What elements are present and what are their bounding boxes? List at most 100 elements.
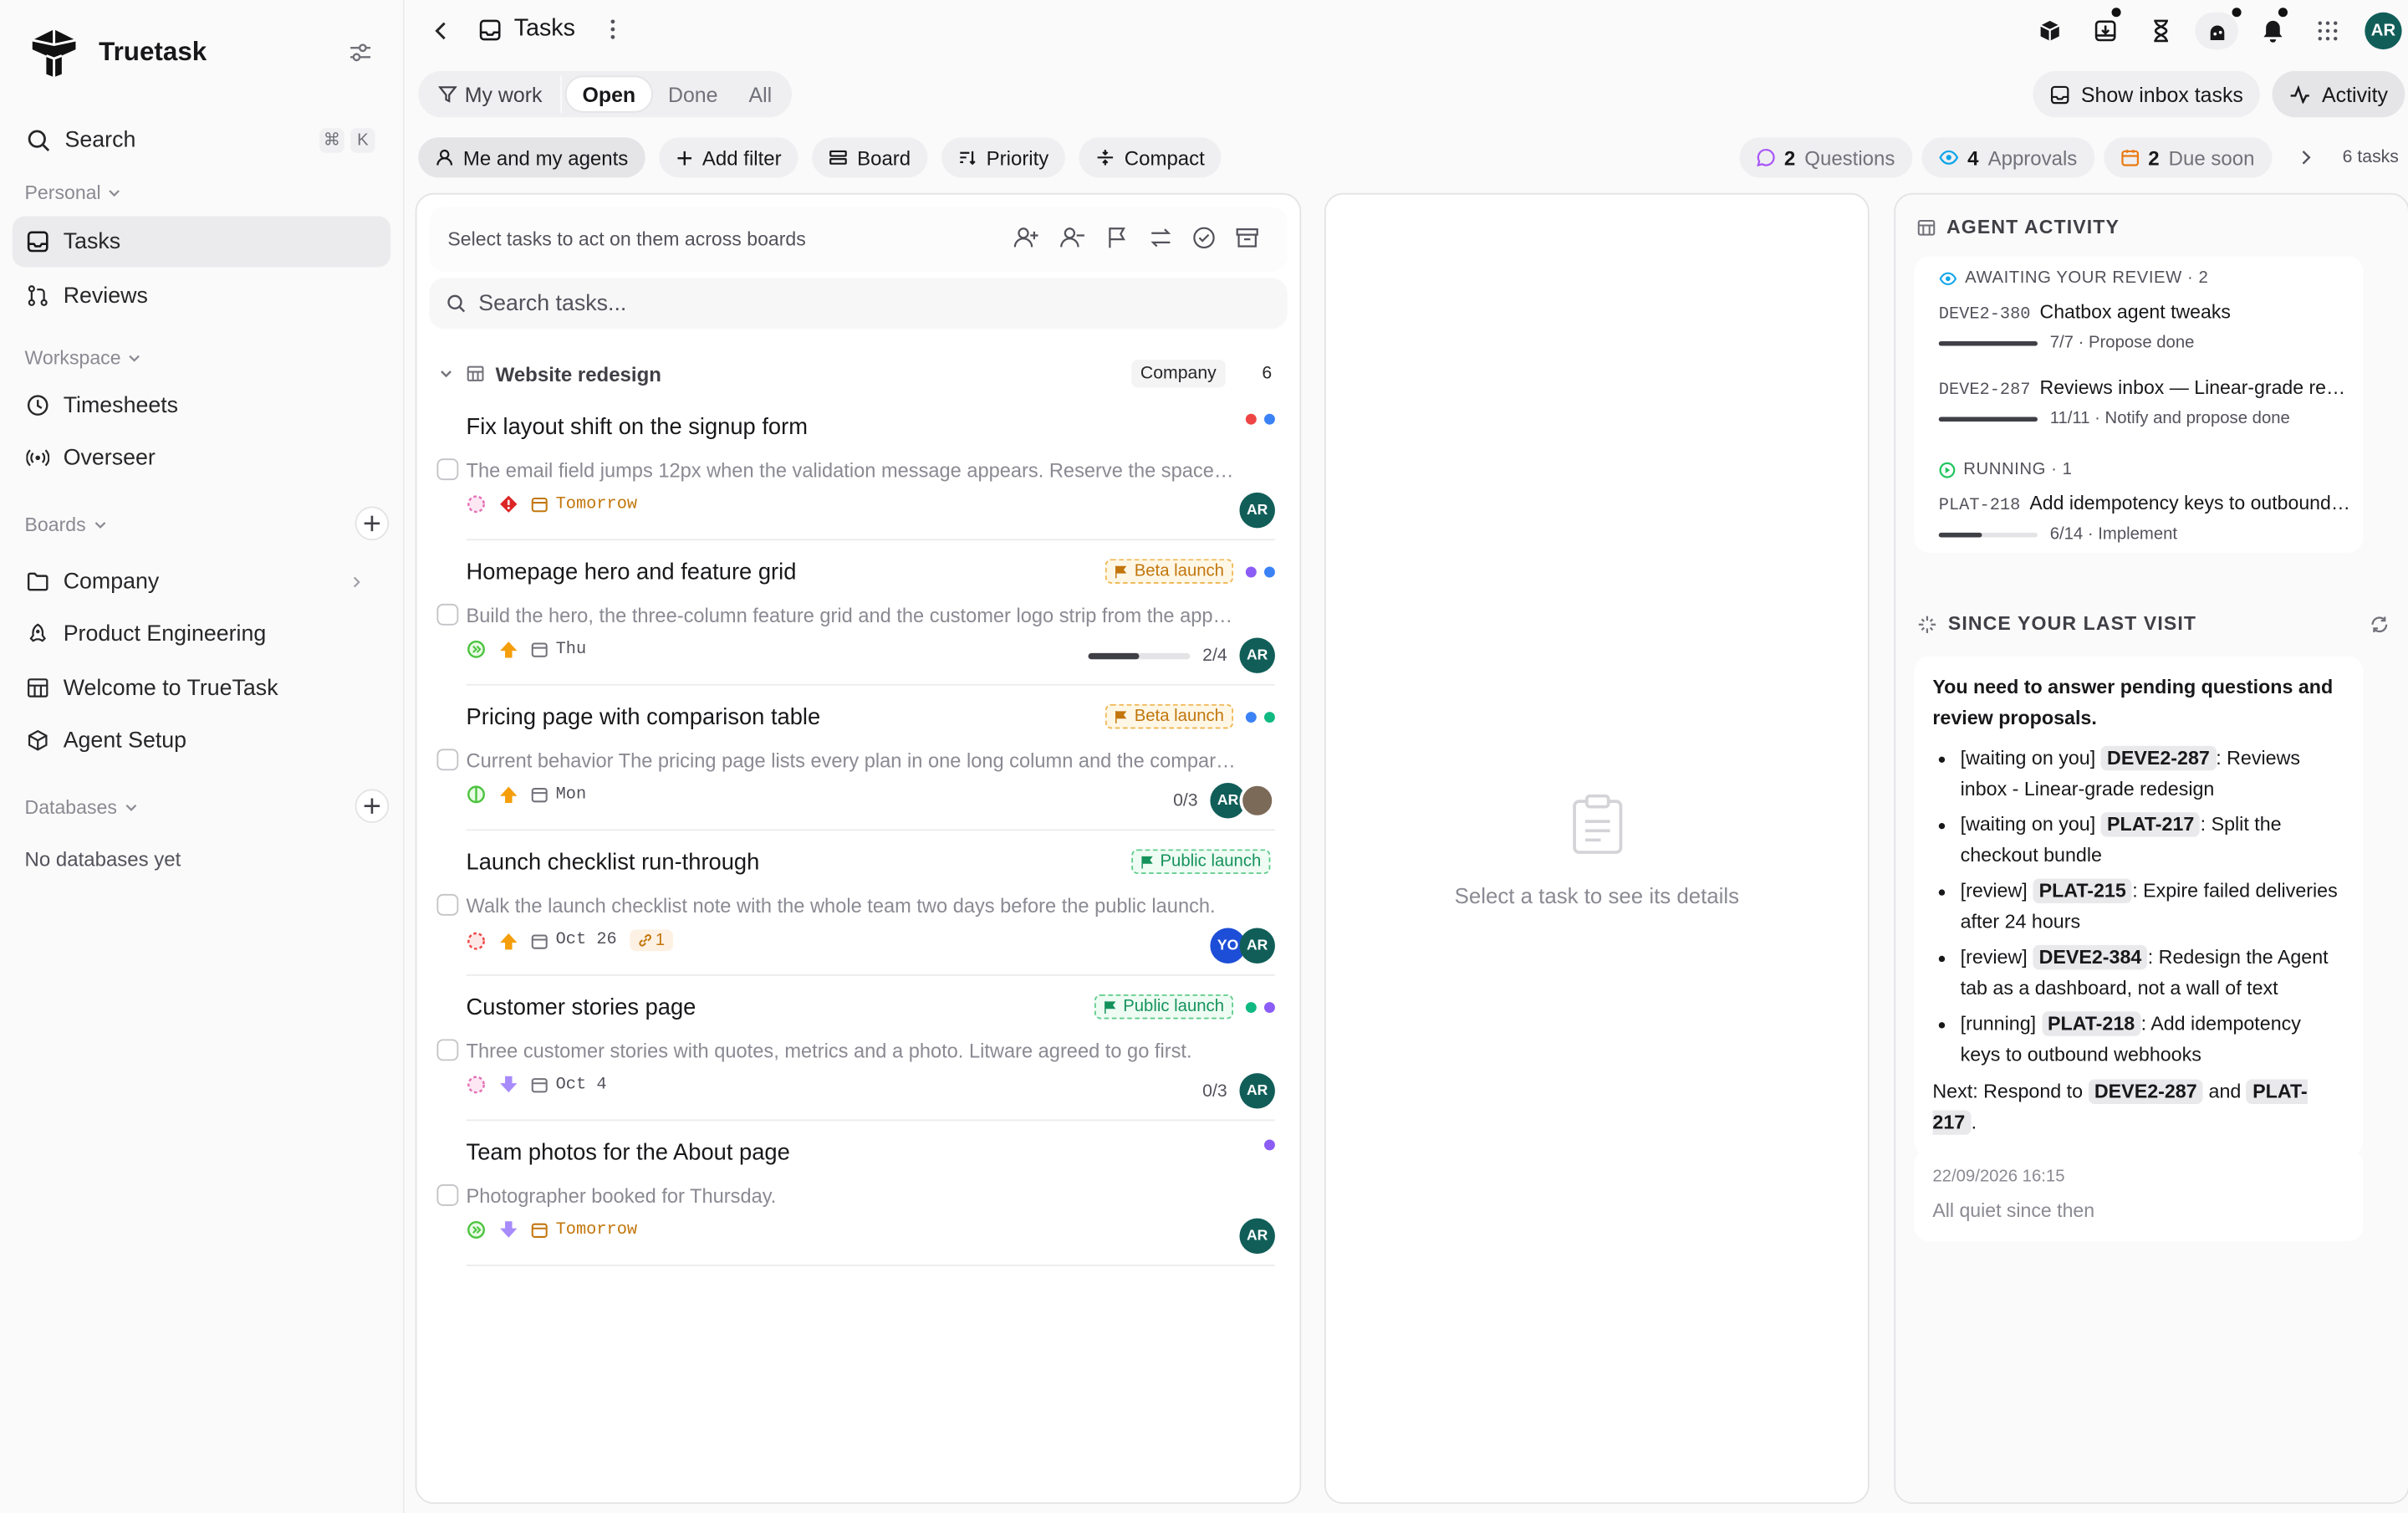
task-search[interactable]: Search tasks...: [429, 278, 1288, 330]
task-due-date[interactable]: Tomorrow: [531, 495, 637, 514]
tab-done[interactable]: Done: [652, 75, 733, 112]
add-database-button[interactable]: [355, 789, 390, 823]
sidebar-settings-icon[interactable]: [349, 42, 372, 64]
task-row[interactable]: Launch checklist run-through Public laun…: [416, 831, 1299, 976]
sidebar-item-product-engineering[interactable]: Product Engineering: [13, 608, 390, 659]
status-backlog-icon[interactable]: [467, 494, 487, 514]
summary-task-code[interactable]: DEVE2-287: [2100, 745, 2217, 771]
summary-task-code[interactable]: PLAT-215: [2033, 878, 2133, 903]
brand[interactable]: Truetask: [28, 26, 207, 79]
tab-all[interactable]: All: [733, 75, 788, 112]
activity-item[interactable]: DEVE2-287 Reviews inbox — Linear-grade re…: [1938, 376, 2355, 427]
task-row[interactable]: Customer stories page Public launch Thre…: [416, 976, 1299, 1122]
status-in-progress-icon[interactable]: [467, 639, 487, 659]
assignee-avatar[interactable]: AR: [1239, 928, 1275, 964]
task-due-date[interactable]: Oct 4: [531, 1076, 607, 1094]
linked-items-badge[interactable]: 1: [629, 929, 673, 952]
board-group-button[interactable]: Board: [812, 137, 928, 178]
priority-urgent-icon[interactable]: [498, 494, 518, 514]
section-boards[interactable]: Boards: [25, 514, 108, 536]
assignee-avatar[interactable]: AR: [1239, 492, 1275, 529]
priority-low-icon[interactable]: [498, 1219, 518, 1240]
user-avatar[interactable]: AR: [2365, 12, 2402, 50]
status-half-icon[interactable]: [467, 785, 487, 805]
section-personal[interactable]: Personal: [25, 182, 123, 204]
task-due-date[interactable]: Mon: [531, 785, 586, 804]
milestone-tag[interactable]: Beta launch: [1105, 559, 1234, 584]
task-due-date[interactable]: Thu: [531, 640, 586, 658]
approvals-stat[interactable]: 4 Approvals: [1921, 137, 2094, 178]
due-soon-stat[interactable]: 2 Due soon: [2103, 137, 2272, 178]
inbox-button[interactable]: [2078, 8, 2133, 49]
apps-grid-button[interactable]: [2300, 13, 2355, 49]
tab-my-work[interactable]: My work: [423, 75, 558, 112]
sidebar-item-timesheets[interactable]: Timesheets: [13, 380, 390, 431]
milestone-tag[interactable]: Beta launch: [1105, 703, 1234, 729]
assignee-avatar[interactable]: AR: [1239, 637, 1275, 673]
packages-button[interactable]: [2022, 13, 2077, 49]
move-arrows-icon[interactable]: [1149, 226, 1174, 251]
compact-toggle-button[interactable]: Compact: [1079, 137, 1222, 178]
activity-item[interactable]: DEVE2-380 Chatbox agent tweaks 7/7 · Prop…: [1938, 301, 2355, 352]
assignee-avatar[interactable]: AR: [1239, 1073, 1275, 1109]
sidebar-item-reviews[interactable]: Reviews: [13, 270, 390, 321]
activity-button[interactable]: Activity: [2272, 70, 2405, 118]
task-row[interactable]: Pricing page with comparison table Beta …: [416, 686, 1299, 831]
summary-task-code[interactable]: DEVE2-287: [2088, 1079, 2204, 1104]
sidebar-item-welcome[interactable]: Welcome to TrueTask: [13, 662, 390, 713]
me-and-agents-filter[interactable]: Me and my agents: [418, 137, 645, 178]
sidebar-item-tasks[interactable]: Tasks: [12, 216, 391, 268]
task-checkbox[interactable]: [436, 893, 459, 916]
task-checkbox[interactable]: [436, 749, 459, 771]
priority-low-icon[interactable]: [498, 1075, 518, 1095]
section-workspace[interactable]: Workspace: [25, 347, 143, 369]
task-checkbox[interactable]: [436, 1184, 459, 1206]
task-checkbox[interactable]: [436, 603, 459, 626]
tab-open[interactable]: Open: [565, 75, 653, 113]
agents-button[interactable]: [2195, 8, 2242, 50]
task-row[interactable]: Fix layout shift on the signup form The …: [416, 396, 1299, 541]
status-backlog-icon[interactable]: [467, 1075, 487, 1095]
priority-high-icon[interactable]: [498, 785, 518, 805]
flag-icon[interactable]: [1105, 226, 1130, 251]
milestone-tag[interactable]: Public launch: [1130, 849, 1271, 874]
priority-sort-button[interactable]: Priority: [941, 137, 1066, 178]
sidebar-item-agent-setup[interactable]: Agent Setup: [13, 715, 390, 766]
task-checkbox[interactable]: [436, 1039, 459, 1061]
assignee-avatar[interactable]: AR: [1239, 1218, 1275, 1255]
sidebar-item-company[interactable]: Company: [13, 556, 390, 607]
show-inbox-tasks-button[interactable]: Show inbox tasks: [2033, 70, 2261, 118]
more-vertical-icon[interactable]: [610, 18, 615, 40]
sidebar-item-overseer[interactable]: Overseer: [13, 432, 390, 483]
summary-task-code[interactable]: PLAT-218: [2041, 1011, 2141, 1036]
sidebar-search[interactable]: Search ⌘ K: [13, 115, 390, 166]
summary-task-code[interactable]: DEVE2-384: [2033, 944, 2148, 970]
group-header[interactable]: Website redesign Company 6: [438, 355, 1281, 392]
task-row[interactable]: Homepage hero and feature grid Beta laun…: [416, 540, 1299, 686]
questions-stat[interactable]: 2 Questions: [1739, 137, 1912, 178]
task-checkbox[interactable]: [436, 458, 459, 481]
task-row[interactable]: Team photos for the About page Photograp…: [416, 1121, 1299, 1266]
chevron-right-icon[interactable]: [349, 574, 364, 589]
task-due-date[interactable]: Oct 26: [531, 931, 617, 949]
archive-icon[interactable]: [1235, 226, 1260, 251]
assign-user-icon[interactable]: [1013, 226, 1040, 251]
refresh-icon[interactable]: [2370, 614, 2390, 634]
unassign-user-icon[interactable]: [1059, 226, 1086, 251]
priority-high-icon[interactable]: [498, 930, 518, 950]
section-databases[interactable]: Databases: [25, 797, 139, 818]
assignee-photo-avatar[interactable]: [1239, 783, 1275, 819]
notifications-button[interactable]: [2244, 8, 2299, 49]
milestone-tag[interactable]: Public launch: [1094, 994, 1234, 1020]
add-board-button[interactable]: [355, 506, 390, 541]
add-filter-button[interactable]: Add filter: [659, 137, 798, 178]
status-backlog-icon[interactable]: [467, 930, 487, 950]
summary-task-code[interactable]: PLAT-217: [2100, 812, 2201, 837]
check-circle-icon[interactable]: [1191, 226, 1217, 251]
status-in-progress-icon[interactable]: [467, 1219, 487, 1240]
timer-button[interactable]: [2133, 13, 2188, 49]
back-chevron-icon[interactable]: [432, 20, 451, 42]
task-due-date[interactable]: Tomorrow: [531, 1220, 637, 1240]
chevron-right-icon[interactable]: [2299, 148, 2312, 166]
priority-high-icon[interactable]: [498, 639, 518, 659]
